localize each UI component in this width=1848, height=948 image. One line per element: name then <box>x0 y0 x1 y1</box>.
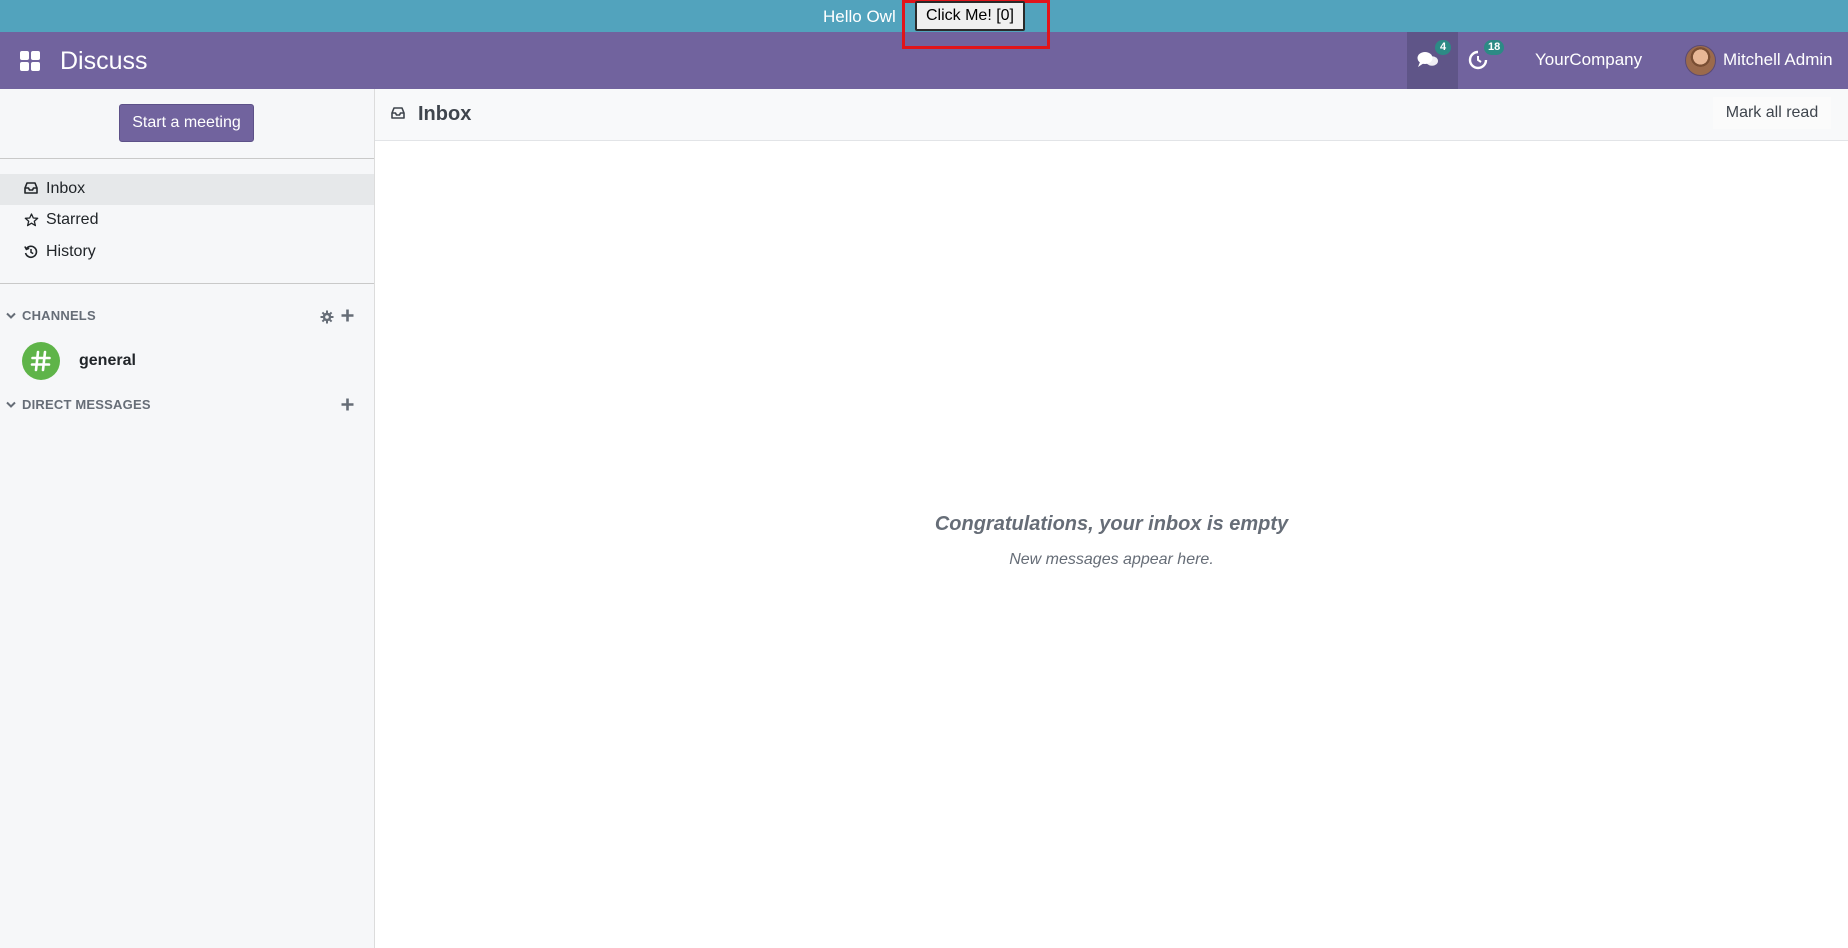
inbox-icon <box>24 182 38 194</box>
channels-category: CHANNELS <box>0 306 374 328</box>
chat-count-badge: 4 <box>1435 40 1451 55</box>
add-channel-icon[interactable] <box>341 309 354 322</box>
user-avatar[interactable] <box>1685 45 1716 76</box>
empty-inbox-subtitle: New messages appear here. <box>1009 551 1214 568</box>
discuss-sidebar: Start a meeting Inbox Starred History CH… <box>0 89 375 948</box>
hashtag-icon <box>30 350 51 372</box>
app-grid-icon[interactable] <box>20 51 40 71</box>
mark-all-read-button[interactable]: Mark all read <box>1713 97 1831 129</box>
sidebar-item-starred[interactable]: Starred <box>0 205 374 236</box>
inbox-icon <box>391 107 405 119</box>
channels-title[interactable]: CHANNELS <box>22 308 96 323</box>
clock-icon <box>1468 50 1488 70</box>
sidebar-item-label: Starred <box>46 211 99 228</box>
chat-bubbles-icon <box>1417 52 1438 67</box>
sidebar-divider <box>0 283 374 284</box>
thread-title: Inbox <box>418 103 472 125</box>
messaging-menu[interactable]: 4 <box>1407 32 1458 89</box>
activity-menu[interactable]: 18 <box>1462 32 1512 89</box>
sidebar-item-label: History <box>46 243 96 260</box>
sidebar-item-label: Inbox <box>46 180 86 197</box>
owl-greeting: Hello Owl <box>823 7 896 26</box>
empty-inbox-title: Congratulations, your inbox is empty <box>934 513 1289 535</box>
user-menu[interactable]: Mitchell Admin <box>1723 50 1833 70</box>
history-icon <box>24 245 38 259</box>
app-title[interactable]: Discuss <box>60 46 148 76</box>
chevron-down-icon[interactable] <box>6 312 16 320</box>
thread-view: Inbox Mark all read Congratulations, you… <box>375 89 1848 948</box>
channel-avatar <box>22 342 60 380</box>
gear-icon[interactable] <box>320 310 334 324</box>
click-me-button[interactable]: Click Me! [0] <box>915 1 1025 31</box>
channel-name: general <box>79 352 136 369</box>
direct-messages-category: DIRECT MESSAGES <box>0 395 374 417</box>
add-chat-icon[interactable] <box>341 398 354 411</box>
chevron-down-icon[interactable] <box>6 401 16 409</box>
channel-item-general[interactable]: general <box>0 339 374 385</box>
sidebar-divider <box>0 158 374 159</box>
direct-messages-title[interactable]: DIRECT MESSAGES <box>22 397 151 412</box>
thread-header: Inbox Mark all read <box>375 89 1848 141</box>
company-switcher[interactable]: YourCompany <box>1535 50 1642 70</box>
sidebar-item-history[interactable]: History <box>0 237 374 268</box>
star-icon <box>24 213 39 227</box>
sidebar-item-inbox[interactable]: Inbox <box>0 174 374 205</box>
activity-count-badge: 18 <box>1484 40 1505 55</box>
start-meeting-button[interactable]: Start a meeting <box>119 104 254 142</box>
